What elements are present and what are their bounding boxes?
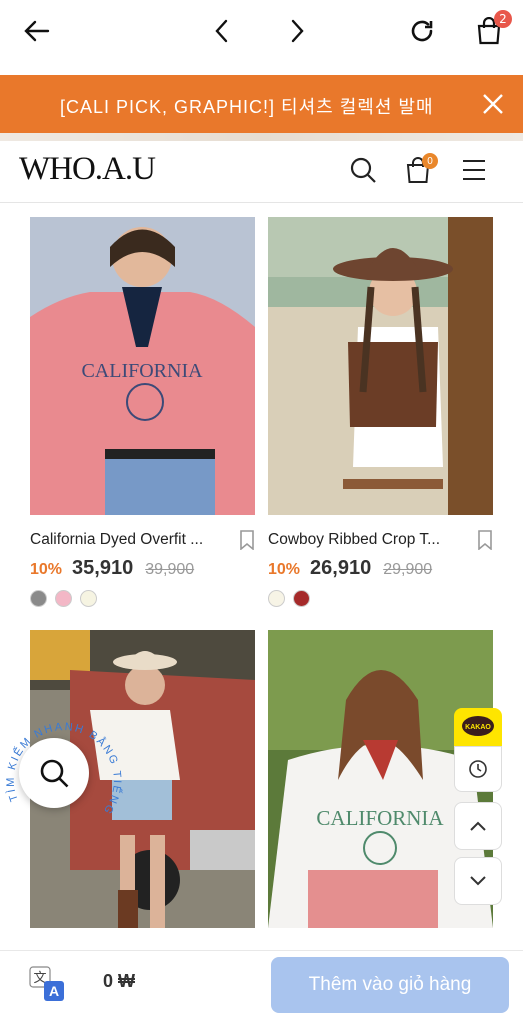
search-icon <box>40 759 69 788</box>
svg-text:CALIFORNIA: CALIFORNIA <box>316 806 444 830</box>
scroll-bottom-button[interactable] <box>454 857 502 905</box>
discount-rate: 10% <box>268 561 301 578</box>
product-name[interactable]: California Dyed Overfit ... <box>30 531 220 549</box>
color-swatch[interactable] <box>268 590 285 607</box>
discount-rate: 10% <box>30 561 63 578</box>
browser-toolbar: 2 <box>0 0 523 75</box>
floating-search-button[interactable] <box>19 738 89 808</box>
reload-icon[interactable] <box>405 14 439 48</box>
product-photo[interactable] <box>268 217 493 515</box>
chevron-up-icon <box>470 821 486 831</box>
chevron-right-icon[interactable] <box>280 14 314 48</box>
svg-text:A: A <box>49 983 59 999</box>
bottom-action-bar: 文 A 0 ₩ Thêm vào giỏ hàng <box>0 950 523 1024</box>
back-arrow-icon[interactable] <box>20 14 54 48</box>
clock-icon <box>469 760 487 778</box>
color-swatches <box>268 590 493 607</box>
search-icon[interactable] <box>348 155 378 185</box>
sale-price: 26,910 <box>310 557 372 579</box>
add-to-cart-button[interactable]: Thêm vào giỏ hàng <box>271 957 509 1013</box>
cart-icon[interactable]: 0 <box>404 153 438 185</box>
kakao-talk-icon: KAKAO <box>462 716 494 736</box>
cart-total: 0 ₩ <box>103 971 136 991</box>
chevron-left-icon[interactable] <box>205 14 239 48</box>
product-name[interactable]: Cowboy Ribbed Crop T... <box>268 531 458 549</box>
sale-price: 35,910 <box>72 557 134 579</box>
promo-text: [CALI PICK, GRAPHIC!] 티셔츠 컬렉션 발매 <box>60 97 434 117</box>
color-swatch[interactable] <box>80 590 97 607</box>
recent-view-button[interactable] <box>454 746 502 792</box>
close-icon[interactable] <box>481 92 505 116</box>
chevron-down-icon <box>470 876 486 886</box>
promo-banner[interactable]: [CALI PICK, GRAPHIC!] 티셔츠 컬렉션 발매 <box>0 75 523 133</box>
kakao-chat-button[interactable]: KAKAO <box>454 708 502 746</box>
color-swatch[interactable] <box>55 590 72 607</box>
svg-text:CALIFORNIA: CALIFORNIA <box>81 360 203 382</box>
bookmark-icon[interactable] <box>477 530 493 550</box>
cart-count-badge: 2 <box>494 10 512 28</box>
menu-icon[interactable] <box>460 155 490 185</box>
shopping-bag-icon[interactable]: 2 <box>472 10 512 48</box>
translate-icon[interactable]: 文 A <box>28 965 66 1003</box>
product-card[interactable]: CALIFORNIA California Dyed Overfit ... 1… <box>30 217 255 607</box>
product-card[interactable]: Cowboy Ribbed Crop T... 10% 26,910 29,90… <box>268 217 493 607</box>
product-photo[interactable]: CALIFORNIA <box>30 217 255 515</box>
bookmark-icon[interactable] <box>239 530 255 550</box>
site-logo[interactable]: WHO.A.U <box>19 151 156 188</box>
site-header: WHO.A.U 0 <box>0 141 523 203</box>
color-swatches <box>30 590 255 607</box>
color-swatch[interactable] <box>30 590 47 607</box>
kakao-label: KAKAO <box>465 724 491 731</box>
scroll-top-button[interactable] <box>454 802 502 850</box>
color-swatch[interactable] <box>293 590 310 607</box>
original-price: 29,900 <box>383 561 433 578</box>
original-price: 39,900 <box>145 561 195 578</box>
header-cart-badge: 0 <box>422 153 438 169</box>
banner-strip <box>0 133 523 141</box>
